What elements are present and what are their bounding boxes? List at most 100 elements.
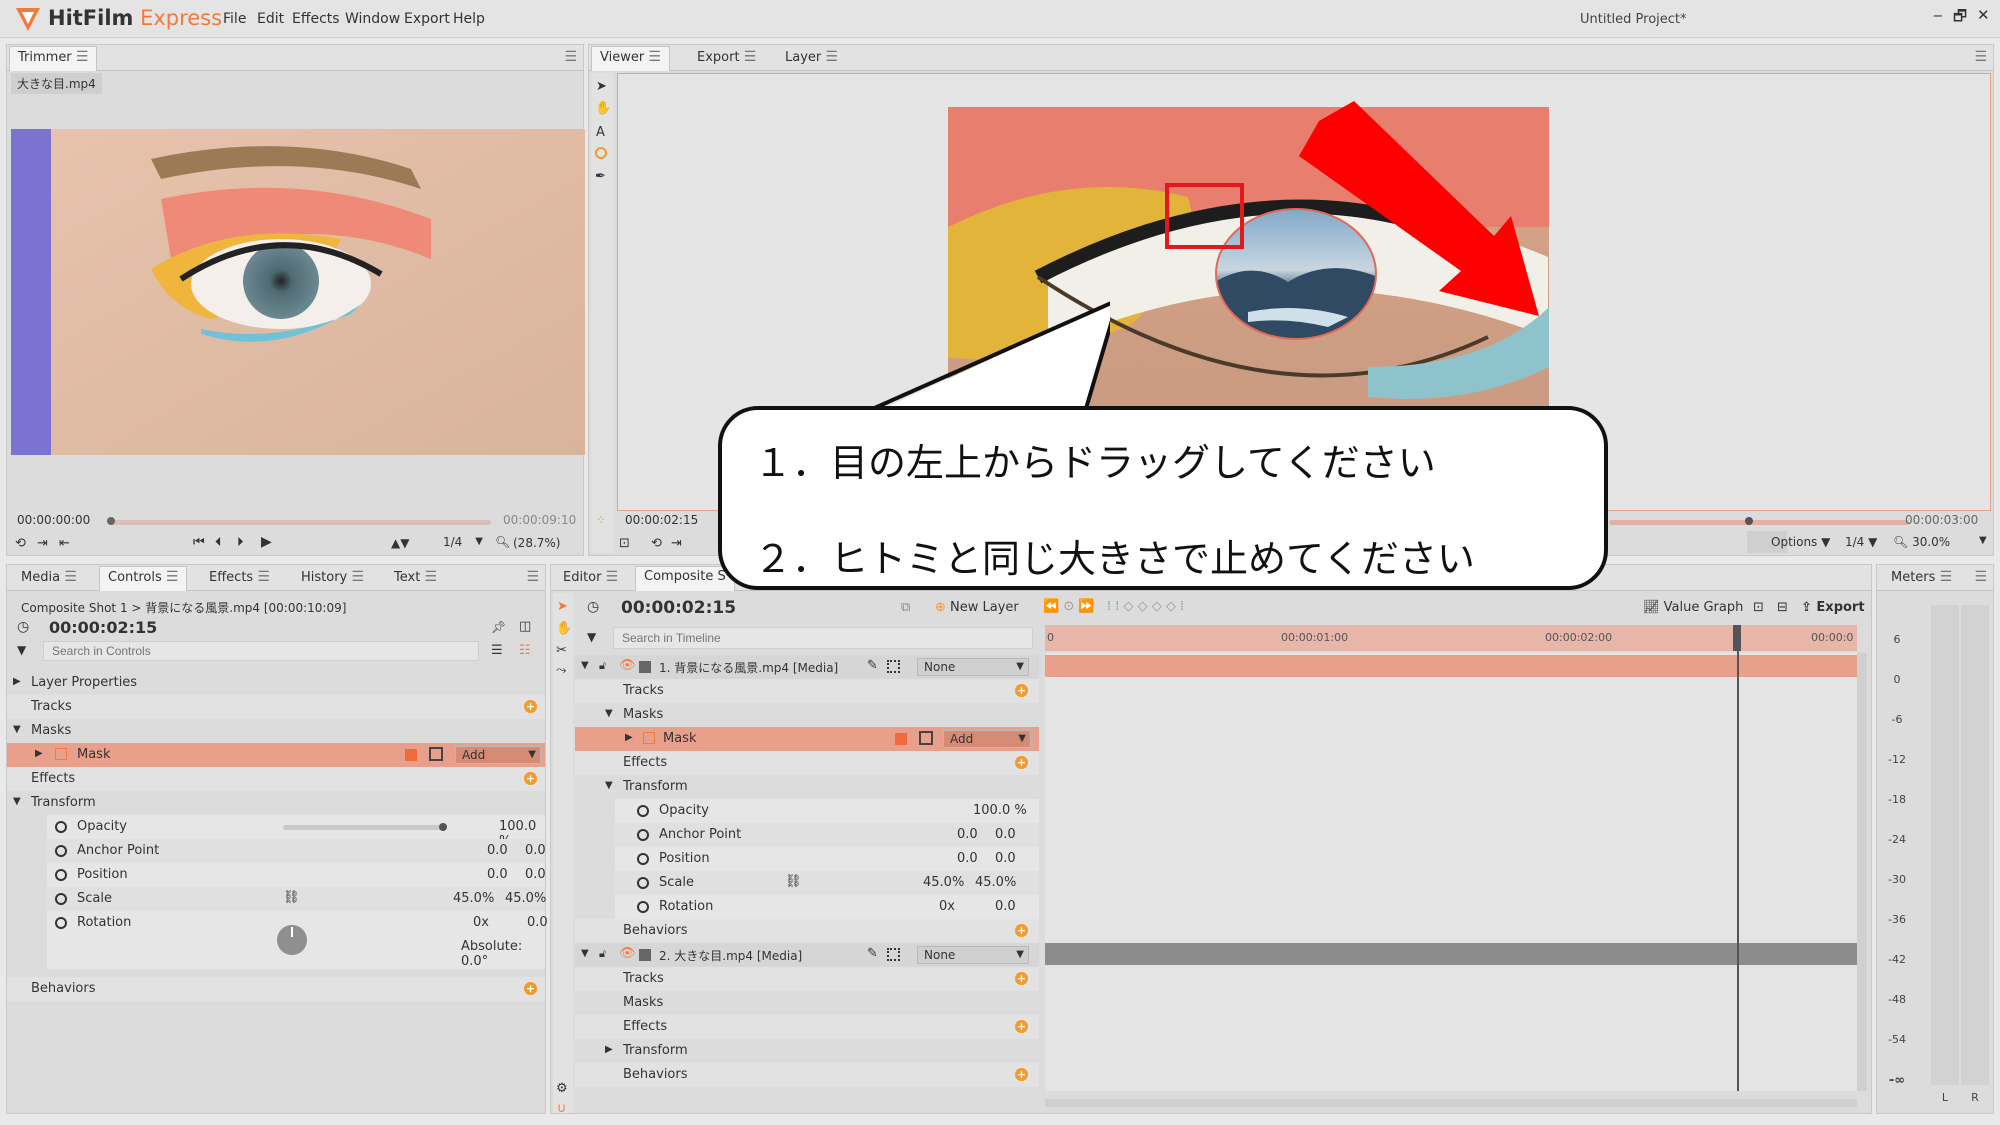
layer1-clip[interactable]: [1045, 655, 1857, 677]
slice-tool-icon[interactable]: ✂: [556, 643, 567, 658]
viewer-resolution-dropdown[interactable]: 1/4 ▼: [1845, 535, 1877, 549]
transport-controls-icons[interactable]: ⏪ ⊙ ⏩ ⁞ ⁞ ◇ ◇ ◇ ◇ ⁞: [1043, 599, 1184, 614]
lock-icon[interactable]: 🔓︎: [599, 659, 606, 673]
hand-tool-icon[interactable]: ✋: [556, 621, 572, 636]
position-keyframe-icon[interactable]: [637, 853, 649, 865]
tab-history[interactable]: History ☰: [301, 569, 364, 585]
add-effect-icon[interactable]: +: [1015, 756, 1028, 769]
tab-trimmer[interactable]: Trimmer ☰: [9, 46, 98, 71]
layer2-row[interactable]: ▼ 🔓︎ 👁︎ 2. 大きな目.mp4 [Media] ✎ None: [575, 943, 1039, 967]
controls-search-input[interactable]: [43, 641, 479, 661]
tab-controls[interactable]: Controls ☰: [99, 566, 188, 591]
blend-grid-icon[interactable]: [887, 660, 900, 673]
viewer-insert-icon[interactable]: ⇥: [671, 536, 682, 551]
viewer-zoom-dropdown[interactable]: 🔍︎ 30.0%: [1893, 535, 1950, 549]
layer2-behaviors-row[interactable]: Behaviors +: [575, 1063, 1039, 1087]
mask-row[interactable]: ▶ Mask Add: [7, 743, 545, 767]
transform-row[interactable]: ▼ Transform: [7, 791, 545, 815]
link-icon[interactable]: ⛓: [283, 890, 300, 905]
mask-mode-dropdown[interactable]: Add: [943, 730, 1031, 748]
trimmer-tools-icon[interactable]: ▲▼: [391, 536, 409, 550]
mask-swatch-icon[interactable]: [895, 733, 907, 745]
editor-time[interactable]: 00:00:02:15: [621, 598, 736, 618]
layer2-clip[interactable]: [1045, 943, 1857, 965]
scale-row[interactable]: Scale ⛓ 45.0% 45.0%: [47, 887, 546, 911]
magnet-icon[interactable]: ∪: [557, 1101, 567, 1116]
layer2-masks-row[interactable]: Masks: [575, 991, 1039, 1015]
tab-meters[interactable]: Meters ☰: [1891, 569, 1952, 585]
rotation-keyframe-icon[interactable]: [637, 901, 649, 913]
select-tool-icon[interactable]: ➤: [596, 79, 607, 94]
layer2-effects-row[interactable]: Effects +: [575, 1015, 1039, 1039]
viewer-loop-icon[interactable]: ⟲: [651, 536, 662, 551]
add-track-icon[interactable]: +: [524, 700, 537, 713]
layer1-mask-row[interactable]: ▶ Mask Add: [575, 727, 1039, 751]
pen-tool-icon[interactable]: ✒: [595, 169, 606, 184]
add-behavior-icon[interactable]: +: [1015, 1068, 1028, 1081]
anchor-keyframe-icon[interactable]: [55, 845, 67, 857]
tab-media[interactable]: Media ☰: [21, 569, 77, 585]
layer1-row[interactable]: ▼ 🔓︎ 👁︎ 1. 背景になる風景.mp4 [Media] ✎ None: [575, 655, 1039, 679]
trimmer-insert-icon[interactable]: ⇥: [37, 536, 48, 551]
opacity-slider[interactable]: [283, 825, 447, 830]
panel-menu-icon[interactable]: ☰: [1974, 49, 1987, 65]
viewer-zoom-chevron-icon[interactable]: ▼: [1979, 535, 1987, 546]
trimmer-playhead[interactable]: [107, 517, 115, 525]
opacity-keyframe-icon[interactable]: [55, 821, 67, 833]
maximize-button[interactable]: 🗗: [1953, 6, 1967, 31]
trimmer-scrubber[interactable]: [111, 520, 491, 525]
layer1-anchor-row[interactable]: Anchor Point 0.0 0.0: [615, 823, 1039, 847]
layer1-tracks-row[interactable]: Tracks +: [575, 679, 1039, 703]
anchor-keyframe-icon[interactable]: [637, 829, 649, 841]
tab-composite-shot[interactable]: Composite S: [635, 566, 735, 591]
layer1-rotation-row[interactable]: Rotation 0x 0.0: [615, 895, 1039, 919]
pin-icon[interactable]: 📌︎: [491, 620, 506, 634]
trimmer-overlay-icon[interactable]: ⇤: [59, 536, 70, 551]
position-row[interactable]: Position 0.0 0.0: [47, 863, 546, 887]
layer-color-icon[interactable]: [639, 949, 651, 961]
settings-icon[interactable]: ⚙: [556, 1081, 568, 1096]
effects-row[interactable]: Effects +: [7, 767, 545, 791]
select-tool-icon[interactable]: ➤: [557, 599, 568, 614]
add-behavior-icon[interactable]: +: [524, 982, 537, 995]
menu-window[interactable]: Window: [345, 11, 400, 27]
trimmer-start-icon[interactable]: ⏮: [193, 535, 205, 550]
trimmer-play-icon[interactable]: ▶: [261, 534, 272, 550]
render-icon[interactable]: ⊟: [1777, 600, 1788, 615]
layer1-scale-row[interactable]: Scale ⛓ 45.0% 45.0%: [615, 871, 1039, 895]
editor-export-button[interactable]: ⇪ Export: [1801, 600, 1865, 615]
trimmer-prev-frame-icon[interactable]: ⏴: [215, 535, 222, 550]
trimmer-next-frame-icon[interactable]: ⏵: [237, 535, 244, 550]
mask-mode-dropdown[interactable]: Add: [455, 746, 541, 764]
add-track-icon[interactable]: +: [1015, 684, 1028, 697]
tab-viewer[interactable]: Viewer ☰: [591, 46, 670, 71]
new-layer-button[interactable]: ⊕ New Layer: [935, 600, 1019, 615]
viewer-scrubber[interactable]: [1609, 520, 1909, 525]
tab-layer[interactable]: Layer ☰: [785, 49, 838, 65]
tab-text[interactable]: Text ☰: [394, 569, 437, 585]
menu-help[interactable]: Help: [453, 11, 485, 27]
menu-file[interactable]: File: [223, 11, 246, 27]
snap-icon[interactable]: ⁘: [596, 513, 606, 527]
edit-pencil-icon[interactable]: ✎: [867, 658, 878, 673]
layer1-position-row[interactable]: Position 0.0 0.0: [615, 847, 1039, 871]
layer1-transform-row[interactable]: ▼ Transform: [575, 775, 1039, 799]
link-icon[interactable]: ⛓: [785, 874, 802, 889]
comp-settings-icon[interactable]: ⧉: [901, 600, 910, 615]
layer1-masks-row[interactable]: ▼ Masks: [575, 703, 1039, 727]
rotation-keyframe-icon[interactable]: [55, 917, 67, 929]
timeline-tracks[interactable]: [1045, 625, 1857, 1091]
scale-keyframe-icon[interactable]: [637, 877, 649, 889]
layer1-opacity-row[interactable]: Opacity 100.0 %: [615, 799, 1039, 823]
behaviors-row[interactable]: Behaviors +: [7, 977, 545, 1001]
minimize-button[interactable]: ‒: [1933, 6, 1943, 24]
tab-export[interactable]: Export ☰: [697, 49, 756, 65]
menu-edit[interactable]: Edit: [257, 11, 284, 27]
panel-menu-icon[interactable]: ☰: [526, 569, 539, 585]
masks-row[interactable]: ▼ Masks: [7, 719, 545, 743]
timeline-hscroll[interactable]: [1045, 1099, 1857, 1107]
layer1-effects-row[interactable]: Effects +: [575, 751, 1039, 775]
timeline-vscroll[interactable]: [1857, 653, 1867, 1091]
opacity-row[interactable]: Opacity100.0 %: [47, 815, 545, 849]
opacity-slider-handle[interactable]: [439, 823, 447, 831]
